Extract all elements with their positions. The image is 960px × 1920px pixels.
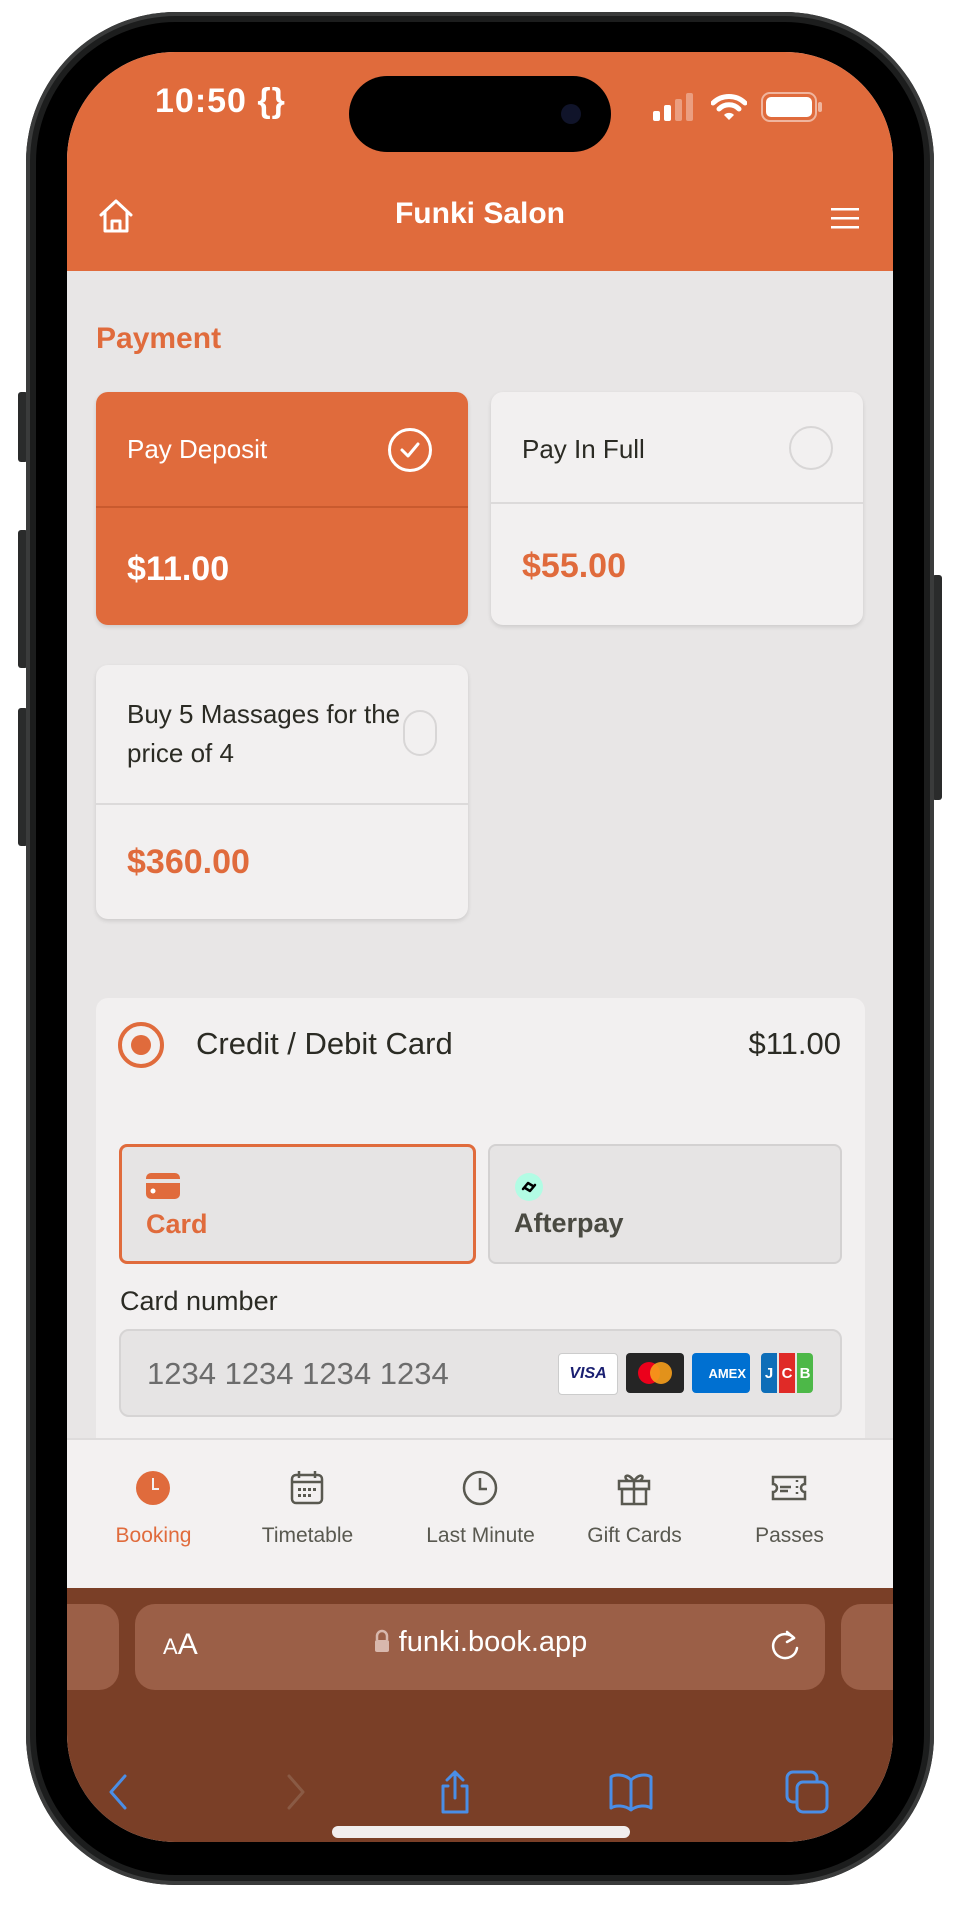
gift-icon (617, 1474, 651, 1506)
tab-label: Card (146, 1209, 208, 1239)
payment-option-pay-in-full[interactable]: Pay In Full $55.00 (491, 392, 863, 625)
nav-label: Timetable (261, 1524, 354, 1547)
wifi-icon (711, 94, 747, 120)
card-brands: VISA AMEX J C B (558, 1353, 816, 1395)
next-tab-pill[interactable] (841, 1604, 893, 1690)
option-price: $55.00 (522, 547, 626, 585)
screen: 10:50 {} Funki Salon Payment Pay Deposit… (67, 52, 893, 1842)
nav-item-passes[interactable]: Passes (712, 1440, 867, 1590)
nav-item-last-minute[interactable]: Last Minute (403, 1440, 558, 1590)
option-label: Buy 5 Massages for the price of 4 (127, 699, 401, 768)
home-indicator[interactable] (332, 1826, 630, 1838)
option-label: Pay Deposit (127, 434, 268, 464)
nav-label: Last Minute (426, 1524, 535, 1547)
menu-icon[interactable] (829, 206, 861, 230)
check-icon (400, 442, 420, 458)
camera-icon (561, 104, 581, 124)
nav-item-gift-cards[interactable]: Gift Cards (557, 1440, 712, 1590)
mastercard-icon (626, 1353, 684, 1393)
option-label: Pay In Full (522, 434, 645, 464)
credit-card-icon (146, 1173, 180, 1199)
nav-label: Booking (115, 1524, 192, 1547)
section-title: Payment (96, 322, 222, 355)
card-number-input[interactable] (145, 1351, 549, 1397)
nav-label: Gift Cards (587, 1524, 682, 1547)
option-price: $11.00 (127, 550, 230, 588)
jcb-icon: J C B (758, 1353, 816, 1393)
clock-icon (462, 1470, 498, 1506)
dynamic-island (349, 76, 611, 152)
tab-label: Afterpay (514, 1208, 624, 1238)
payment-option-massage-pack[interactable]: Buy 5 Massages for the price of 4 $360.0… (96, 665, 468, 919)
battery-icon (761, 92, 822, 122)
option-radio[interactable] (789, 426, 833, 470)
lock-icon (374, 1629, 389, 1652)
afterpay-icon (515, 1173, 543, 1201)
url-display[interactable]: funki.book.app (135, 1626, 825, 1659)
payment-option-pay-deposit[interactable]: Pay Deposit $11.00 (96, 392, 468, 625)
app-header: 10:50 {} Funki Salon (67, 52, 893, 271)
share-icon[interactable] (431, 1768, 479, 1816)
card-number-field[interactable]: VISA AMEX J C B (119, 1329, 842, 1417)
tab-afterpay[interactable]: Afterpay (488, 1144, 842, 1264)
page-title: Funki Salon (394, 197, 565, 230)
calendar-icon (290, 1471, 324, 1505)
back-icon[interactable] (95, 1768, 143, 1816)
nav-item-booking[interactable]: Booking (76, 1440, 231, 1590)
clock-filled-icon (136, 1471, 170, 1505)
bookmarks-icon[interactable] (607, 1768, 655, 1816)
nav-item-timetable[interactable]: Timetable (230, 1440, 385, 1590)
ticket-icon (771, 1475, 807, 1501)
visa-icon: VISA (558, 1353, 618, 1395)
bottom-nav: Booking Timetable Last Minute Gift Cards… (67, 1438, 893, 1590)
amex-icon: AMEX (692, 1353, 750, 1393)
status-icons (653, 92, 823, 122)
previous-tab-pill[interactable] (67, 1604, 119, 1690)
nav-label: Passes (755, 1524, 824, 1547)
radio-selected-dot (131, 1035, 151, 1055)
address-bar[interactable]: AA funki.book.app (135, 1604, 825, 1690)
card-number-label: Card number (120, 1286, 278, 1316)
reload-icon[interactable] (767, 1628, 803, 1664)
option-check[interactable] (388, 428, 432, 472)
method-label[interactable]: Credit / Debit Card (196, 1026, 453, 1062)
option-header: Buy 5 Massages for the price of 4 (96, 665, 468, 805)
forward-icon[interactable] (271, 1768, 319, 1816)
option-radio[interactable] (403, 710, 437, 756)
tabs-icon[interactable] (783, 1768, 831, 1816)
payment-method-section: Credit / Debit Card $11.00 Card Afterpay… (96, 998, 865, 1458)
option-header: Pay In Full (491, 392, 863, 504)
option-price: $360.00 (127, 843, 250, 881)
method-radio[interactable] (118, 1022, 164, 1068)
signal-icon (653, 93, 693, 121)
status-time: 10:50 {} (155, 82, 286, 120)
option-header: Pay Deposit (96, 392, 468, 508)
browser-bar: AA funki.book.app (67, 1588, 893, 1842)
tab-card[interactable]: Card (119, 1144, 476, 1264)
method-amount: $11.00 (748, 1026, 841, 1061)
